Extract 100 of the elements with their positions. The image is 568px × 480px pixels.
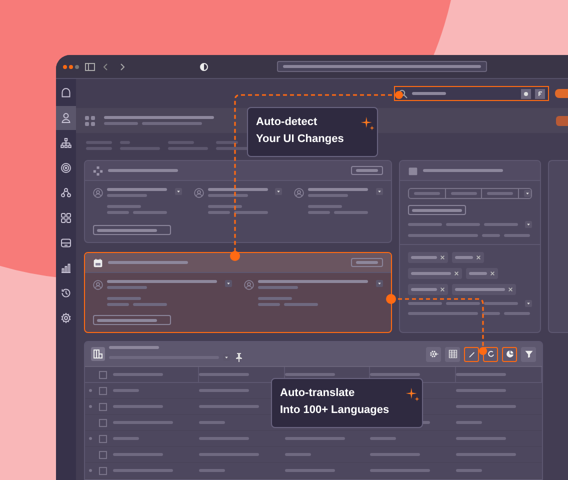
dropdown-icon[interactable] xyxy=(225,280,232,287)
search-field[interactable] xyxy=(394,86,549,101)
dropdown-icon[interactable] xyxy=(275,188,282,195)
toolbar-button[interactable] xyxy=(464,346,479,362)
toolbar-button[interactable] xyxy=(445,346,460,362)
skeleton-bar xyxy=(356,261,378,264)
skeleton-bar xyxy=(456,437,506,440)
dropdown-icon[interactable] xyxy=(174,188,182,195)
outline-button[interactable] xyxy=(408,205,466,215)
close-icon[interactable] xyxy=(440,255,445,260)
keyboard-key-icon[interactable] xyxy=(535,88,545,98)
outline-button[interactable] xyxy=(93,225,171,235)
skeleton-bar xyxy=(112,405,163,408)
skeleton-bar xyxy=(450,192,476,195)
address-bar[interactable] xyxy=(277,61,487,72)
skeleton-bar xyxy=(112,453,163,456)
checkbox[interactable] xyxy=(99,434,107,442)
sparkle-icon xyxy=(360,116,376,132)
apps-icon[interactable] xyxy=(84,114,96,126)
table-icon xyxy=(448,349,458,359)
skeleton-bar xyxy=(258,303,280,306)
checkbox[interactable] xyxy=(99,466,107,474)
tag-chip[interactable] xyxy=(452,252,484,263)
skeleton-bar xyxy=(107,194,147,197)
skeleton-bar xyxy=(408,302,442,305)
tag-chip[interactable] xyxy=(408,268,462,279)
skeleton-bar xyxy=(108,169,178,172)
skeleton-bar xyxy=(198,405,259,408)
badge[interactable] xyxy=(556,116,568,126)
row-dot xyxy=(89,469,92,472)
sidebar-item[interactable] xyxy=(56,106,76,130)
dropdown-icon[interactable] xyxy=(525,300,532,307)
user-icon xyxy=(194,188,204,198)
close-icon[interactable] xyxy=(476,255,481,260)
skeleton-bar xyxy=(408,234,478,237)
pin-icon[interactable] xyxy=(234,352,244,362)
checkbox[interactable] xyxy=(99,402,107,410)
settings-icon xyxy=(60,312,72,324)
skeleton-bar xyxy=(234,211,268,214)
chart-icon xyxy=(60,262,72,274)
skeleton-bar xyxy=(411,256,437,259)
checkbox[interactable] xyxy=(99,370,107,378)
skeleton-bar xyxy=(198,373,249,376)
toolbar-button[interactable] xyxy=(426,346,441,362)
skeleton-bar xyxy=(208,205,242,208)
user-icon xyxy=(244,280,254,290)
row-dot xyxy=(89,389,92,392)
skeleton-bar xyxy=(456,405,516,408)
skeleton-bar xyxy=(97,318,157,322)
skeleton-bar xyxy=(112,469,173,472)
skeleton-bar xyxy=(456,469,482,472)
tag-chip[interactable] xyxy=(408,284,448,295)
outline-button[interactable] xyxy=(93,315,171,325)
dropdown-icon[interactable] xyxy=(524,190,532,197)
hierarchy-icon xyxy=(60,137,72,149)
user-icon xyxy=(294,188,304,198)
dropdown-icon[interactable] xyxy=(376,188,384,195)
checkbox[interactable] xyxy=(99,450,107,458)
checkbox[interactable] xyxy=(99,418,107,426)
contrast-icon[interactable] xyxy=(199,62,209,72)
skeleton-bar xyxy=(112,373,163,376)
skeleton-bar xyxy=(198,453,259,456)
skeleton-bar xyxy=(370,453,420,456)
close-icon[interactable] xyxy=(440,287,445,292)
refresh-icon xyxy=(486,349,496,359)
close-icon[interactable] xyxy=(508,287,513,292)
skeleton-bar xyxy=(504,234,530,237)
home-icon xyxy=(60,87,72,99)
sidebar-toggle-icon[interactable] xyxy=(85,62,95,72)
table-icon[interactable] xyxy=(91,347,105,361)
hierarchy-icon xyxy=(93,166,103,176)
tag-chip[interactable] xyxy=(466,268,498,279)
archive-icon xyxy=(60,237,72,249)
tag-chip[interactable] xyxy=(408,252,448,263)
skeleton-bar xyxy=(484,223,518,226)
skeleton-bar xyxy=(408,312,478,315)
dropdown-icon[interactable] xyxy=(525,221,532,228)
window-dot[interactable] xyxy=(69,64,73,68)
skeleton-bar xyxy=(284,437,345,440)
skeleton-bar xyxy=(455,288,505,291)
skeleton-bar xyxy=(97,228,157,232)
toolbar-button[interactable] xyxy=(502,346,517,362)
skeleton-bar xyxy=(308,211,330,214)
close-icon[interactable] xyxy=(490,271,495,276)
close-icon[interactable] xyxy=(454,271,459,276)
header-button[interactable] xyxy=(351,166,383,175)
row-dot xyxy=(89,405,92,408)
skeleton-bar xyxy=(370,437,396,440)
skeleton-bar xyxy=(107,297,141,300)
checkbox[interactable] xyxy=(99,386,107,394)
sun-icon[interactable] xyxy=(521,88,531,98)
tag-chip[interactable] xyxy=(452,284,516,295)
skeleton-bar xyxy=(487,192,514,195)
window-dot[interactable] xyxy=(63,64,67,68)
toolbar-button[interactable] xyxy=(521,346,536,362)
skeleton-bar xyxy=(208,211,230,214)
window-dot[interactable] xyxy=(75,64,79,68)
dropdown-icon[interactable] xyxy=(376,280,383,287)
skeleton-bar xyxy=(133,303,167,306)
skeleton-bar xyxy=(258,286,298,289)
